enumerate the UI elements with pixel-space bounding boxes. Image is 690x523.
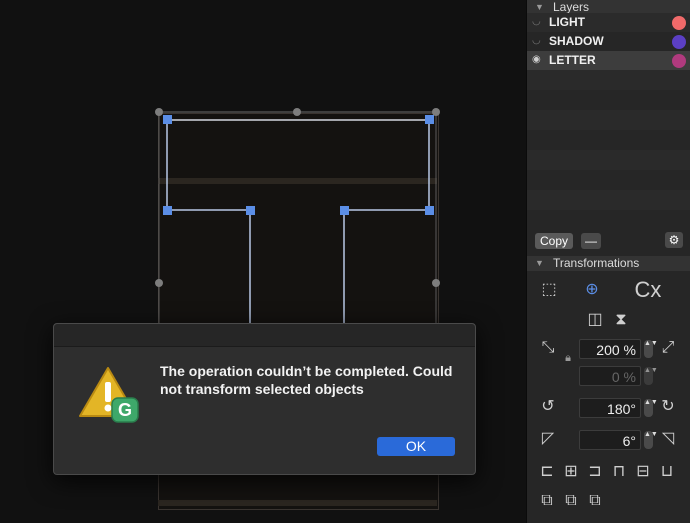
- transformations-title: Transformations: [553, 256, 640, 270]
- inspector-panel: ▼ Layers ◡ LIGHT ◡ SHADOW ◉ LETTER Copy …: [526, 0, 690, 523]
- empty-layer-row: [527, 110, 690, 130]
- rotate-left-icon[interactable]: ↺: [537, 397, 559, 417]
- anchor-point[interactable]: [425, 115, 434, 124]
- layer-name: LIGHT: [549, 15, 585, 29]
- ok-button[interactable]: OK: [377, 437, 455, 456]
- empty-layer-row: [527, 150, 690, 170]
- hidden-eye-icon[interactable]: ◡: [532, 17, 544, 27]
- layers-title: Layers: [553, 0, 590, 14]
- anchor-point[interactable]: [163, 115, 172, 124]
- layer-name: SHADOW: [549, 34, 604, 48]
- align-right-icon[interactable]: ⊐: [585, 462, 605, 482]
- eye-icon[interactable]: ◉: [532, 55, 544, 65]
- disclosure-triangle-icon[interactable]: ▼: [535, 2, 544, 12]
- empty-layer-row: [527, 130, 690, 150]
- flip-vertical-icon[interactable]: ⧗: [611, 310, 631, 330]
- hidden-eye-icon[interactable]: ◡: [532, 36, 544, 46]
- lock-icon[interactable]: 🔒︎: [561, 348, 575, 368]
- alert-dialog: G The operation couldn’t be completed. C…: [53, 323, 476, 475]
- align-center-icon[interactable]: ⊞: [561, 462, 581, 482]
- scale-stepper-secondary[interactable]: ▲▼: [644, 367, 658, 385]
- flip-horizontal-icon[interactable]: ◫: [585, 310, 605, 330]
- warning-icon: G: [79, 367, 139, 423]
- scale-stepper[interactable]: ▲▼: [644, 340, 658, 358]
- scale-icon[interactable]: ⤡: [537, 338, 559, 358]
- align-middle-icon[interactable]: ⊟: [633, 462, 653, 482]
- align-top-icon[interactable]: ⊓: [609, 462, 629, 482]
- align-bottom-icon[interactable]: ⊔: [657, 462, 677, 482]
- rotate-stepper[interactable]: ▲▼: [644, 399, 658, 417]
- copy-button[interactable]: Copy: [535, 233, 573, 249]
- bounding-box-icon[interactable]: ⬚: [537, 280, 561, 300]
- layer-color-dot[interactable]: [672, 54, 686, 68]
- skew-right-icon[interactable]: ◹: [657, 429, 679, 449]
- empty-layer-row: [527, 90, 690, 110]
- rotate-right-icon[interactable]: ↻: [657, 397, 679, 417]
- layer-row-letter[interactable]: ◉ LETTER: [527, 51, 690, 70]
- scale-field[interactable]: 200 %: [579, 339, 641, 359]
- layer-color-dot[interactable]: [672, 35, 686, 49]
- selection-handle-mid-right[interactable]: [432, 279, 440, 287]
- disclosure-triangle-icon[interactable]: ▼: [535, 258, 544, 268]
- arrange-back-icon[interactable]: ⧉: [585, 491, 605, 511]
- scale-field-secondary[interactable]: 0 %: [579, 366, 641, 386]
- empty-layer-row: [527, 190, 690, 210]
- layer-name: LETTER: [549, 53, 596, 67]
- skew-field[interactable]: 6°: [579, 430, 641, 450]
- dialog-message: The operation couldn’t be completed. Cou…: [160, 363, 453, 397]
- skew-left-icon[interactable]: ◸: [537, 429, 559, 449]
- layer-row-light[interactable]: ◡ LIGHT: [527, 13, 690, 32]
- svg-text:G: G: [118, 400, 132, 420]
- rotate-field[interactable]: 180°: [579, 398, 641, 418]
- align-left-icon[interactable]: ⊏: [537, 462, 557, 482]
- gear-icon[interactable]: ⚙: [665, 232, 683, 248]
- scale-apply-icon[interactable]: ⤢: [657, 338, 679, 358]
- dialog-titlebar: [54, 324, 475, 347]
- selection-handle-mid-left[interactable]: [155, 279, 163, 287]
- layer-color-dot[interactable]: [672, 16, 686, 30]
- remove-button[interactable]: —: [581, 233, 601, 249]
- layer-row-shadow[interactable]: ◡ SHADOW: [527, 32, 690, 51]
- center-x-icon[interactable]: Cx: [621, 279, 675, 301]
- anchor-point[interactable]: [163, 206, 172, 215]
- selection-handle-top-left[interactable]: [155, 108, 163, 116]
- anchor-point[interactable]: [340, 206, 349, 215]
- empty-layer-row: [527, 70, 690, 90]
- transformations-header[interactable]: ▼ Transformations: [527, 256, 690, 271]
- arrange-middle-icon[interactable]: ⧉: [561, 491, 581, 511]
- skew-stepper[interactable]: ▲▼: [644, 431, 658, 449]
- empty-layer-row: [527, 170, 690, 190]
- crosshair-icon[interactable]: ⊕: [580, 280, 604, 300]
- selection-handle-top-center[interactable]: [293, 108, 301, 116]
- empty-layer-row: [527, 210, 690, 230]
- arrange-front-icon[interactable]: ⧉: [537, 491, 557, 511]
- anchor-point[interactable]: [425, 206, 434, 215]
- anchor-point[interactable]: [246, 206, 255, 215]
